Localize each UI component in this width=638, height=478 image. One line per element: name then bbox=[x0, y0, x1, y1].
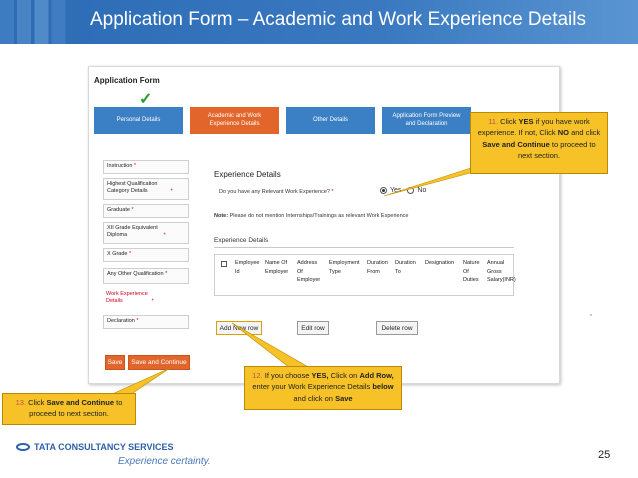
slide: Application Form – Academic and Work Exp… bbox=[0, 0, 638, 478]
brand-name: TATA CONSULTANCY SERVICES bbox=[34, 442, 174, 452]
callout-emphasis: Save and Continue bbox=[482, 139, 550, 149]
callout-number: 11. bbox=[488, 117, 499, 126]
callout-emphasis: below bbox=[372, 382, 394, 392]
callout-text: Click on bbox=[330, 371, 358, 380]
callout-text: and click bbox=[571, 128, 601, 138]
callout-emphasis: NO bbox=[557, 128, 569, 138]
callout-13-pointer bbox=[109, 367, 171, 396]
callout-12: 12. If you choose YES, Click on Add Row,… bbox=[244, 366, 402, 410]
callout-text: Click bbox=[28, 398, 45, 407]
callout-text: Click bbox=[500, 117, 517, 126]
callout-11: 11. Click YES if you have work experienc… bbox=[470, 112, 608, 174]
tata-logo-icon bbox=[16, 443, 30, 451]
page-number: 25 bbox=[598, 449, 611, 461]
callout-text: enter your Work Experience Details bbox=[252, 382, 371, 392]
tcs-logo: TATA CONSULTANCY SERVICES bbox=[16, 442, 174, 452]
callout-text: and click on bbox=[293, 393, 333, 403]
callout-13: 13. Click Save and Continue to proceed t… bbox=[2, 393, 136, 425]
brand-tagline: Experience certainty. bbox=[118, 456, 211, 467]
callout-emphasis: Save and Continue bbox=[46, 398, 115, 407]
callout-emphasis: YES, bbox=[311, 371, 329, 380]
callout-emphasis: YES bbox=[518, 117, 534, 126]
callout-number: 12. bbox=[252, 371, 263, 380]
callout-number: 13. bbox=[15, 398, 27, 407]
callout-12-pointer bbox=[231, 322, 312, 369]
callout-text: If you choose bbox=[264, 371, 310, 380]
callout-emphasis: Save bbox=[335, 393, 353, 403]
callout-emphasis: Add Row, bbox=[359, 371, 394, 380]
